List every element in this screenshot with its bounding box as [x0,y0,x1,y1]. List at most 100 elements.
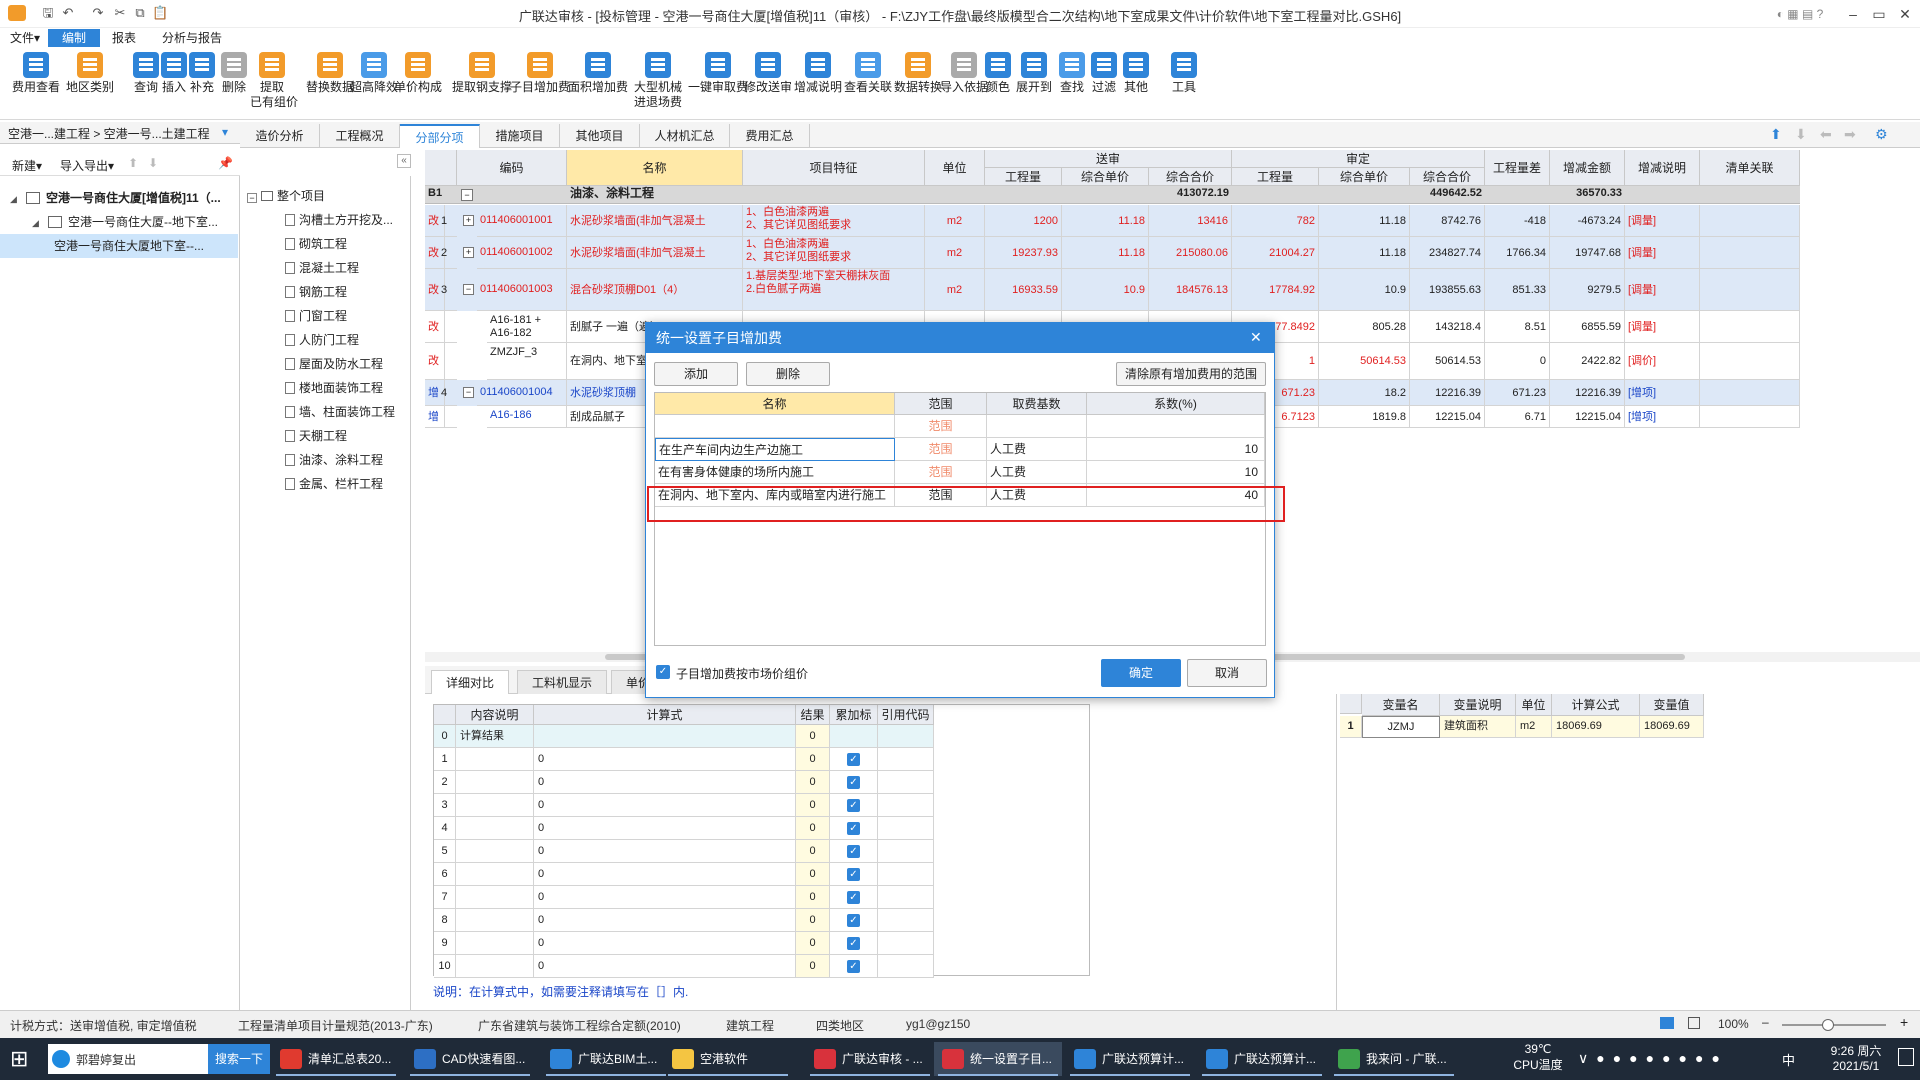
calc-formula[interactable]: 0 [534,748,796,771]
minimize-button[interactable]: – [1840,2,1866,26]
arrow-up-icon[interactable]: ⬆ [1770,126,1782,143]
section-item[interactable]: − 整个项目 [241,184,409,208]
tray-icons[interactable]: ∨●●●●●●●● [1578,1050,1728,1067]
tab-2[interactable]: 分部分项 [400,124,480,148]
calc-accum-cell[interactable] [830,725,878,748]
dialog-row-base[interactable] [987,415,1087,438]
arrow-right-icon[interactable]: ➡ [1844,126,1856,143]
dialog-row-name[interactable]: 在有害身体健康的场所内施工 [655,461,895,484]
calc-ref[interactable] [878,932,934,955]
accumulate-checkbox[interactable]: ✓ [847,845,860,858]
pin-icon[interactable]: 📌 [218,156,233,170]
calc-ref[interactable] [878,794,934,817]
collapse-box-icon[interactable]: − [247,193,257,203]
dialog-close-icon[interactable]: ✕ [1250,329,1262,346]
restore-button[interactable]: ▭ [1866,2,1892,26]
var-unit[interactable]: m2 [1516,716,1552,738]
expand-box-icon[interactable]: − [463,387,474,398]
ribbon-button-tools[interactable]: 工具 [1162,52,1206,118]
ribbon-button-machinery[interactable]: 大型机械 进退场费 [626,52,690,118]
arrow-down-icon[interactable]: ⬇ [148,156,158,170]
dialog-row-base[interactable]: 人工费 [987,438,1087,461]
import-export-button[interactable]: 导入导出▾ [60,157,114,174]
menu-report[interactable]: 报表 [104,29,144,47]
tree-item[interactable]: ◢ 空港一号商住大厦--地下室... [0,210,238,234]
calc-ref[interactable] [878,771,934,794]
var-name[interactable]: JZMJ [1362,716,1440,738]
ribbon-button-extract[interactable]: 提取 已有组价 [250,52,298,118]
taskbar-app-3[interactable]: 空港软件 [664,1042,792,1076]
calc-ref[interactable] [878,909,934,932]
section-item[interactable]: 墙、柱面装饰工程 [241,400,409,424]
dialog-row-range[interactable]: 范围 [895,415,987,438]
detail-tab-0[interactable]: 详细对比 [431,670,510,694]
section-item[interactable]: 混凝土工程 [241,256,409,280]
detail-tab-1[interactable]: 工料机显示 [517,670,608,694]
collapse-icon[interactable]: « [397,154,411,168]
expand-box-icon[interactable]: − [463,284,474,295]
section-item[interactable]: 钢筋工程 [241,280,409,304]
help-icons[interactable]: ◐ ▦ ▤ ? [1760,2,1840,26]
menu-file[interactable]: 文件▾ [2,29,48,47]
calc-ref[interactable] [878,817,934,840]
zoom-slider[interactable] [1782,1019,1886,1031]
tab-3[interactable]: 措施项目 [480,124,560,148]
dialog-row-range[interactable]: 范围 [895,438,987,461]
calc-formula[interactable]: 0 [534,771,796,794]
calc-desc[interactable] [456,863,534,886]
accumulate-checkbox[interactable]: ✓ [847,937,860,950]
expand-arrow-icon[interactable]: ◢ [32,211,42,235]
accumulate-checkbox[interactable]: ✓ [847,891,860,904]
section-item[interactable]: 金属、栏杆工程 [241,472,409,496]
chevron-down-icon[interactable]: ▾ [222,125,228,139]
view-icon[interactable] [1660,1017,1674,1029]
arrow-down-icon[interactable]: ⬇ [1795,126,1807,143]
arrow-left-icon[interactable]: ⬅ [1820,126,1832,143]
calc-desc[interactable] [456,909,534,932]
dialog-row-base[interactable]: 人工费 [987,461,1087,484]
taskbar-app-0[interactable]: 清单汇总表20... [272,1042,400,1076]
accumulate-checkbox[interactable]: ✓ [847,776,860,789]
calc-formula[interactable]: 0 [534,863,796,886]
new-button[interactable]: 新建▾ [12,157,42,174]
tab-6[interactable]: 费用汇总 [730,124,810,148]
calc-formula[interactable]: 0 [534,932,796,955]
dialog-row-ratio[interactable]: 10 [1087,438,1265,461]
breadcrumb[interactable]: 空港一...建工程 > 空港一号...土建工程 [8,125,210,142]
calc-ref[interactable] [878,748,934,771]
calc-ref[interactable] [878,955,934,978]
calc-ref[interactable] [878,840,934,863]
taskbar-app-1[interactable]: CAD快速看图... [406,1042,534,1076]
calc-desc[interactable] [456,771,534,794]
calc-desc[interactable] [456,794,534,817]
clock[interactable]: 9:26 周六 2021/5/1 [1820,1042,1892,1073]
cancel-button[interactable]: 取消 [1187,659,1267,687]
zoom-slider-thumb[interactable] [1822,1019,1834,1031]
accumulate-checkbox[interactable]: ✓ [847,753,860,766]
search-box[interactable]: 郭碧婷复出 [48,1044,208,1074]
calc-formula[interactable]: 0 [534,840,796,863]
var-value[interactable]: 18069.69 [1640,716,1704,738]
menu-analysis[interactable]: 分析与报告 [154,29,230,47]
tab-1[interactable]: 工程概况 [320,124,400,148]
accumulate-checkbox[interactable]: ✓ [847,914,860,927]
tab-0[interactable]: 造价分析 [240,124,320,148]
dialog-row-name[interactable] [655,415,895,438]
section-item[interactable]: 天棚工程 [241,424,409,448]
taskbar-app-6[interactable]: 广联达预算计... [1066,1042,1194,1076]
calc-ref[interactable] [878,886,934,909]
ribbon-button-steel-support[interactable]: 提取钢支撑 [450,52,514,118]
taskbar-app-4[interactable]: 广联达审核 - ... [806,1042,934,1076]
calc-desc[interactable] [456,840,534,863]
calc-ref[interactable] [878,725,934,748]
ok-button[interactable]: 确定 [1101,659,1181,687]
zoom-out-icon[interactable]: – [1762,1015,1769,1029]
section-item[interactable]: 砌筑工程 [241,232,409,256]
expand-box-icon[interactable]: + [463,247,474,258]
ribbon-button-area-fee[interactable]: 面积增加费 [566,52,630,118]
calc-desc[interactable] [456,955,534,978]
taskbar-app-5[interactable]: 统一设置子目... [934,1042,1062,1076]
accumulate-checkbox[interactable]: ✓ [847,822,860,835]
ime-indicator[interactable]: 中 [1782,1050,1795,1069]
search-button[interactable]: 搜索一下 [208,1044,270,1074]
